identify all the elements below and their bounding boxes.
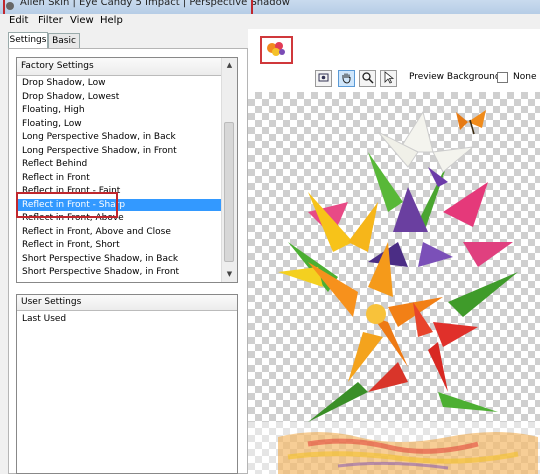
list-item[interactable]: Floating, Low <box>17 118 223 130</box>
list-item[interactable]: Short Perspective Shadow, in Front <box>17 266 223 278</box>
factory-settings-list[interactable]: Factory Settings Drop Shadow, Low Drop S… <box>16 57 238 283</box>
list-item[interactable]: Long Perspective Shadow, in Front <box>17 145 223 157</box>
list-item[interactable]: Drop Shadow, Lowest <box>17 91 223 103</box>
user-settings-header: User Settings <box>17 295 237 311</box>
list-item[interactable]: Long Perspective Shadow, in Back <box>17 131 223 143</box>
preview-background-label: Preview Background: <box>409 72 504 82</box>
list-item[interactable]: Reflect in Front, Above and Close <box>17 226 223 238</box>
user-settings-list[interactable]: User Settings Last Used <box>16 294 238 474</box>
menu-filter[interactable]: Filter <box>38 15 63 26</box>
flower-bouquet-image <box>248 110 540 474</box>
list-scrollbar[interactable]: ▲ ▼ <box>221 58 237 282</box>
zoom-icon[interactable] <box>359 70 376 87</box>
navigator-icon[interactable] <box>315 70 332 87</box>
menu-bar: Edit Filter View Help <box>0 14 540 29</box>
menu-help[interactable]: Help <box>100 15 123 26</box>
factory-settings-header: Factory Settings <box>17 58 223 76</box>
preview-canvas[interactable] <box>248 92 540 474</box>
scroll-thumb[interactable] <box>224 122 234 262</box>
list-item[interactable]: Last Used <box>22 314 66 324</box>
pointer-icon[interactable] <box>380 70 397 87</box>
selection-highlight-box <box>16 192 118 218</box>
menu-edit[interactable]: Edit <box>9 15 28 26</box>
scroll-up-icon[interactable]: ▲ <box>222 58 237 73</box>
scroll-down-icon[interactable]: ▼ <box>222 267 237 282</box>
tab-basic[interactable]: Basic <box>48 33 80 48</box>
list-item[interactable]: Reflect in Front, Short <box>17 239 223 251</box>
tab-settings[interactable]: Settings <box>8 32 48 49</box>
list-item[interactable]: Floating, High <box>17 104 223 116</box>
list-item[interactable]: Drop Shadow, Low <box>17 77 223 89</box>
list-item[interactable]: Short Perspective Shadow, in Back <box>17 253 223 265</box>
navigator-thumbnail[interactable] <box>260 36 293 64</box>
preview-background-value[interactable]: None <box>513 72 536 82</box>
preview-background-swatch[interactable] <box>497 72 508 83</box>
list-item[interactable]: Reflect in Front <box>17 172 223 184</box>
hand-icon[interactable] <box>338 70 355 87</box>
menu-view[interactable]: View <box>70 15 94 26</box>
list-item[interactable]: Reflect Behind <box>17 158 223 170</box>
